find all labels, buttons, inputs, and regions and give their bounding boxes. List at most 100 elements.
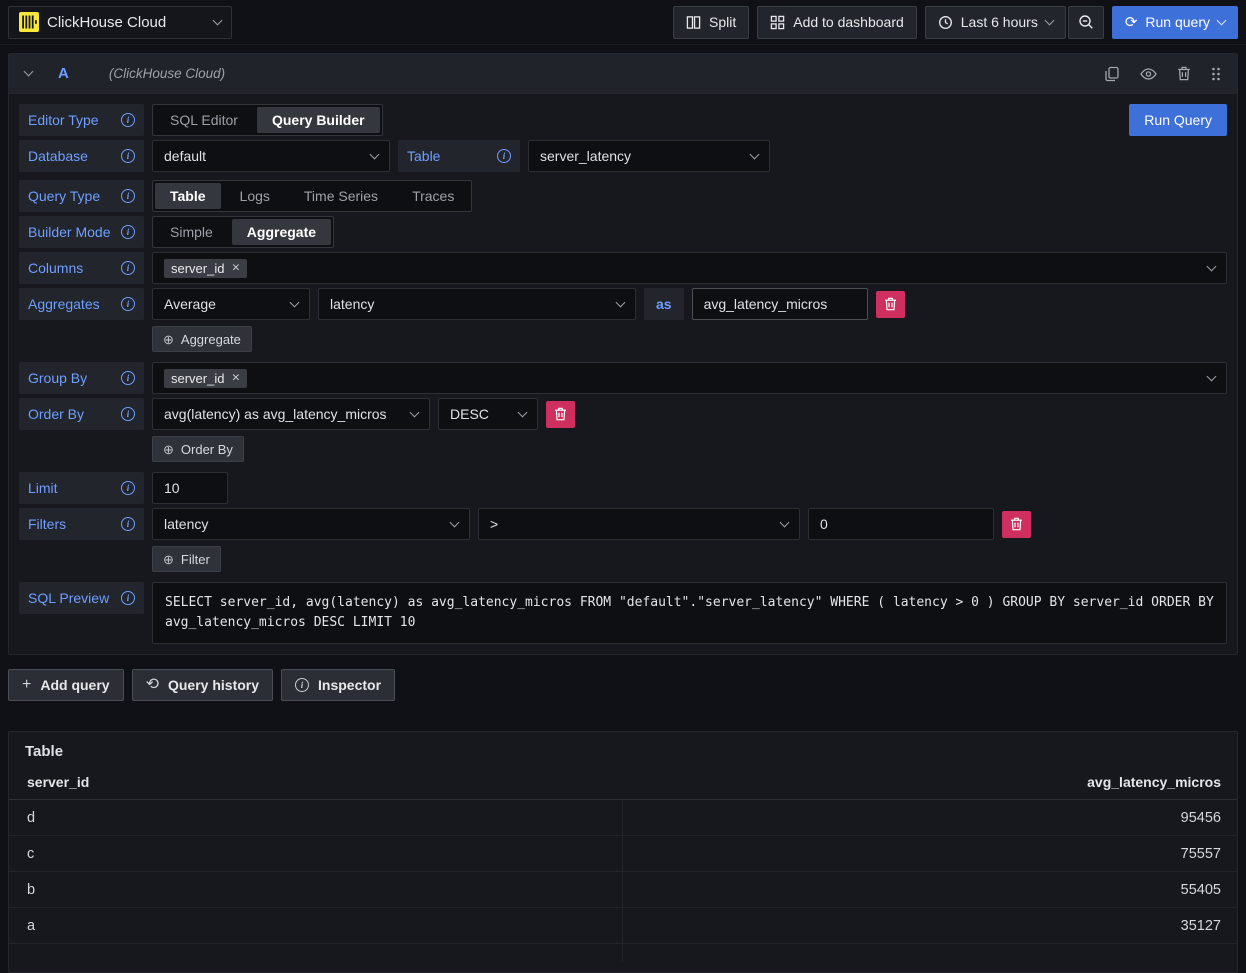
inspector-button[interactable]: i Inspector bbox=[281, 669, 395, 701]
remove-tag-icon[interactable]: ✕ bbox=[231, 372, 240, 384]
chevron-down-icon bbox=[518, 407, 528, 417]
add-to-dashboard-button[interactable]: Add to dashboard bbox=[757, 6, 917, 39]
aggregate-column-select[interactable]: latency bbox=[318, 288, 636, 320]
explore-footer-actions: + Add query ⟲ Query history i Inspector bbox=[8, 669, 1238, 701]
sql-preview-label: SQL Preview i bbox=[19, 582, 144, 614]
chevron-down-icon bbox=[290, 297, 300, 307]
editor-type-toggle: SQL Editor Query Builder bbox=[152, 104, 383, 136]
order-by-field-select[interactable]: avg(latency) as avg_latency_micros bbox=[152, 398, 430, 430]
remove-order-by-button[interactable] bbox=[546, 401, 575, 428]
table-row[interactable]: d 95456 bbox=[9, 800, 1237, 836]
info-icon[interactable]: i bbox=[121, 113, 135, 127]
query-type-option-time-series[interactable]: Time Series bbox=[289, 183, 393, 209]
query-type-toggle: Table Logs Time Series Traces bbox=[152, 180, 472, 212]
add-filter-button[interactable]: ⊕ Filter bbox=[152, 546, 221, 572]
add-query-button[interactable]: + Add query bbox=[8, 669, 124, 701]
add-order-by-button[interactable]: ⊕ Order By bbox=[152, 436, 244, 462]
database-table-row: Database i default Table i server_latenc… bbox=[19, 140, 1227, 172]
order-by-direction-select[interactable]: DESC bbox=[438, 398, 538, 430]
table-row[interactable]: b 55405 bbox=[9, 872, 1237, 908]
plus-circle-icon: ⊕ bbox=[163, 333, 174, 346]
plus-circle-icon: ⊕ bbox=[163, 443, 174, 456]
cell-avg-latency: 75557 bbox=[623, 836, 1237, 871]
info-icon[interactable]: i bbox=[121, 591, 135, 605]
query-history-button[interactable]: ⟲ Query history bbox=[132, 669, 273, 701]
query-type-row: Query Type i Table Logs Time Series Trac… bbox=[19, 180, 1227, 212]
query-row-header[interactable]: A (ClickHouse Cloud) bbox=[9, 54, 1237, 94]
result-table-panel: Table server_id avg_latency_micros d 954… bbox=[8, 731, 1238, 973]
editor-type-row: Editor Type i SQL Editor Query Builder bbox=[19, 104, 1227, 136]
order-by-row: Order By i avg(latency) as avg_latency_m… bbox=[19, 398, 1227, 430]
chevron-down-icon bbox=[450, 517, 460, 527]
column-header-server-id[interactable]: server_id bbox=[27, 774, 624, 790]
table-select[interactable]: server_latency bbox=[528, 140, 770, 172]
explore-toolbar: ClickHouse Cloud Split Add to dashboard … bbox=[0, 0, 1246, 45]
query-type-label: Query Type i bbox=[19, 180, 144, 212]
query-type-option-traces[interactable]: Traces bbox=[397, 183, 469, 209]
split-icon bbox=[686, 15, 701, 30]
query-type-option-logs[interactable]: Logs bbox=[225, 183, 285, 209]
run-query-toolbar-label: Run query bbox=[1145, 14, 1210, 30]
group-by-multiselect[interactable]: server_id ✕ bbox=[152, 362, 1227, 394]
filter-value-input[interactable]: 0 bbox=[808, 508, 994, 540]
remove-query-trash-icon[interactable] bbox=[1177, 66, 1191, 81]
cell-avg-latency: 35127 bbox=[623, 908, 1237, 943]
query-type-option-table[interactable]: Table bbox=[155, 183, 221, 209]
add-to-dashboard-label: Add to dashboard bbox=[793, 14, 904, 30]
info-icon[interactable]: i bbox=[121, 371, 135, 385]
group-by-tag: server_id ✕ bbox=[164, 369, 247, 388]
group-by-label: Group By i bbox=[19, 362, 144, 394]
run-query-toolbar-button[interactable]: ⟳ Run query bbox=[1112, 6, 1238, 39]
info-icon[interactable]: i bbox=[121, 261, 135, 275]
apps-icon bbox=[770, 15, 785, 30]
table-row[interactable]: c 75557 bbox=[9, 836, 1237, 872]
datasource-picker[interactable]: ClickHouse Cloud bbox=[8, 6, 232, 39]
trash-icon bbox=[884, 297, 897, 311]
drag-handle-icon[interactable] bbox=[1211, 66, 1221, 82]
info-icon[interactable]: i bbox=[121, 517, 135, 531]
columns-multiselect[interactable]: server_id ✕ bbox=[152, 252, 1227, 284]
table-row[interactable]: a 35127 bbox=[9, 908, 1237, 944]
aggregate-alias-input[interactable]: avg_latency_micros bbox=[692, 288, 868, 320]
info-icon[interactable]: i bbox=[121, 225, 135, 239]
collapse-chevron-icon[interactable] bbox=[24, 67, 34, 77]
editor-type-option-sql-editor[interactable]: SQL Editor bbox=[155, 107, 253, 133]
trash-icon bbox=[1010, 517, 1023, 531]
database-select[interactable]: default bbox=[152, 140, 390, 172]
hide-response-eye-icon[interactable] bbox=[1140, 68, 1157, 80]
split-button[interactable]: Split bbox=[673, 6, 749, 39]
filter-operator-select[interactable]: > bbox=[478, 508, 800, 540]
filters-row: Filters i latency > 0 bbox=[19, 508, 1227, 540]
chevron-down-icon bbox=[750, 149, 760, 159]
builder-mode-option-simple[interactable]: Simple bbox=[155, 219, 228, 245]
limit-input[interactable]: 10 bbox=[152, 472, 228, 504]
time-picker[interactable]: Last 6 hours bbox=[925, 6, 1066, 39]
info-icon[interactable]: i bbox=[121, 407, 135, 421]
info-icon[interactable]: i bbox=[497, 149, 511, 163]
info-icon[interactable]: i bbox=[121, 189, 135, 203]
remove-filter-button[interactable] bbox=[1002, 511, 1031, 538]
cell-avg-latency: 55405 bbox=[623, 872, 1237, 907]
run-query-panel-button[interactable]: Run Query bbox=[1129, 104, 1227, 136]
info-icon[interactable]: i bbox=[121, 481, 135, 495]
builder-mode-option-aggregate[interactable]: Aggregate bbox=[232, 219, 331, 245]
plus-icon: + bbox=[22, 677, 31, 693]
duplicate-query-icon[interactable] bbox=[1104, 66, 1120, 82]
builder-mode-label: Builder Mode i bbox=[19, 216, 144, 248]
editor-type-option-query-builder[interactable]: Query Builder bbox=[257, 107, 380, 133]
column-header-avg-latency[interactable]: avg_latency_micros bbox=[624, 774, 1221, 790]
table-label: Table i bbox=[398, 140, 520, 172]
clickhouse-logo-icon bbox=[19, 12, 39, 32]
table-header-row: server_id avg_latency_micros bbox=[9, 774, 1237, 800]
info-icon[interactable]: i bbox=[121, 149, 135, 163]
chevron-down-icon bbox=[410, 407, 420, 417]
zoom-out-button[interactable] bbox=[1068, 6, 1104, 39]
remove-aggregate-button[interactable] bbox=[876, 291, 905, 318]
filter-field-select[interactable]: latency bbox=[152, 508, 470, 540]
aggregate-function-select[interactable]: Average bbox=[152, 288, 310, 320]
add-aggregate-button[interactable]: ⊕ Aggregate bbox=[152, 326, 252, 352]
chevron-down-icon bbox=[1207, 261, 1217, 271]
remove-tag-icon[interactable]: ✕ bbox=[231, 262, 240, 274]
info-icon[interactable]: i bbox=[121, 297, 135, 311]
history-icon: ⟲ bbox=[146, 677, 159, 693]
